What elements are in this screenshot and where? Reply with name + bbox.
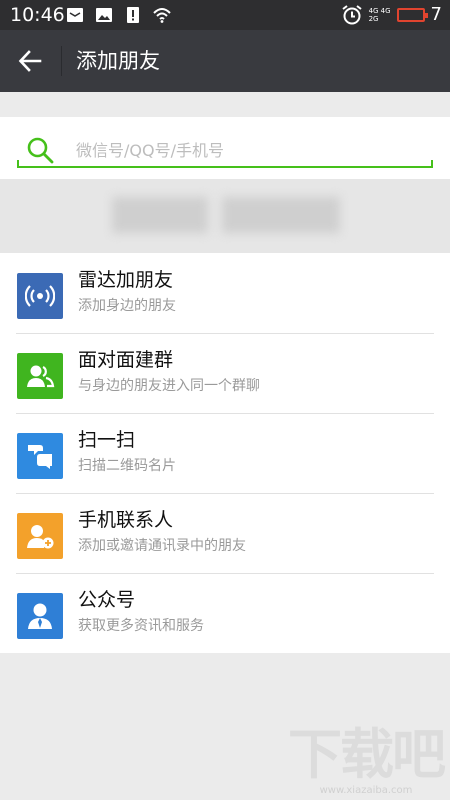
option-subtitle: 添加身边的朋友 [78,298,176,314]
site-watermark: 下载吧 www.xiazaiba.com [288,723,446,797]
option-subtitle: 添加或邀请通讯录中的朋友 [78,538,246,554]
option-title: 手机联系人 [78,509,174,531]
page-title: 添加朋友 [76,49,160,73]
search-icon [27,137,54,164]
search-area [0,117,450,179]
blurred-id [222,197,340,233]
option-title: 扫一扫 [78,429,136,451]
group-icon [17,353,63,399]
contact-add-icon [17,513,63,559]
add-friend-options: 雷达加朋友 添加身边的朋友 面对面建群 与身边的朋友进入同一个群聊 扫一扫 扫描… [0,253,450,653]
option-official-accounts[interactable]: 公众号 获取更多资讯和服务 [0,573,450,653]
signal-icon: 4G 4G 2G [369,7,391,23]
option-title: 雷达加朋友 [78,269,174,291]
alarm-icon [341,5,362,25]
my-id-row [0,179,450,253]
battery-level: 7 [430,4,442,25]
battery-icon [396,8,428,22]
radar-icon [17,273,63,319]
option-radar[interactable]: 雷达加朋友 添加身边的朋友 [0,253,450,333]
option-face-to-face-group[interactable]: 面对面建群 与身边的朋友进入同一个群聊 [0,333,450,413]
option-subtitle: 获取更多资讯和服务 [78,618,204,634]
message-icon [67,8,83,22]
wifi-icon [153,8,171,23]
option-subtitle: 与身边的朋友进入同一个群聊 [78,378,260,394]
option-scan[interactable]: 扫一扫 扫描二维码名片 [0,413,450,493]
watermark-url: www.xiazaiba.com [319,785,413,796]
search-input[interactable] [76,137,416,163]
notification-icons [66,6,171,24]
network-bottom: 2G [368,15,379,23]
scan-icon [17,433,63,479]
status-time: 10:46 [10,4,65,26]
app-bar: 添加朋友 [0,30,450,92]
option-title: 面对面建群 [78,349,174,371]
status-right: 4G 4G 2G 7 [341,4,442,26]
back-button[interactable] [10,43,50,79]
status-bar: 10:46 4G 4G 2G 7 [0,0,450,30]
alert-icon [127,7,139,23]
blurred-label [112,197,208,233]
image-icon [96,8,112,22]
option-phone-contacts[interactable]: 手机联系人 添加或邀请通讯录中的朋友 [0,493,450,573]
arrow-left-icon [18,50,42,72]
watermark-logo: 下载吧 [288,723,446,786]
option-subtitle: 扫描二维码名片 [78,458,176,474]
search-underline [17,160,433,168]
option-title: 公众号 [78,589,136,611]
network-top: 4G 4G [368,7,391,15]
app-bar-divider [61,46,62,76]
official-account-icon [17,593,63,639]
